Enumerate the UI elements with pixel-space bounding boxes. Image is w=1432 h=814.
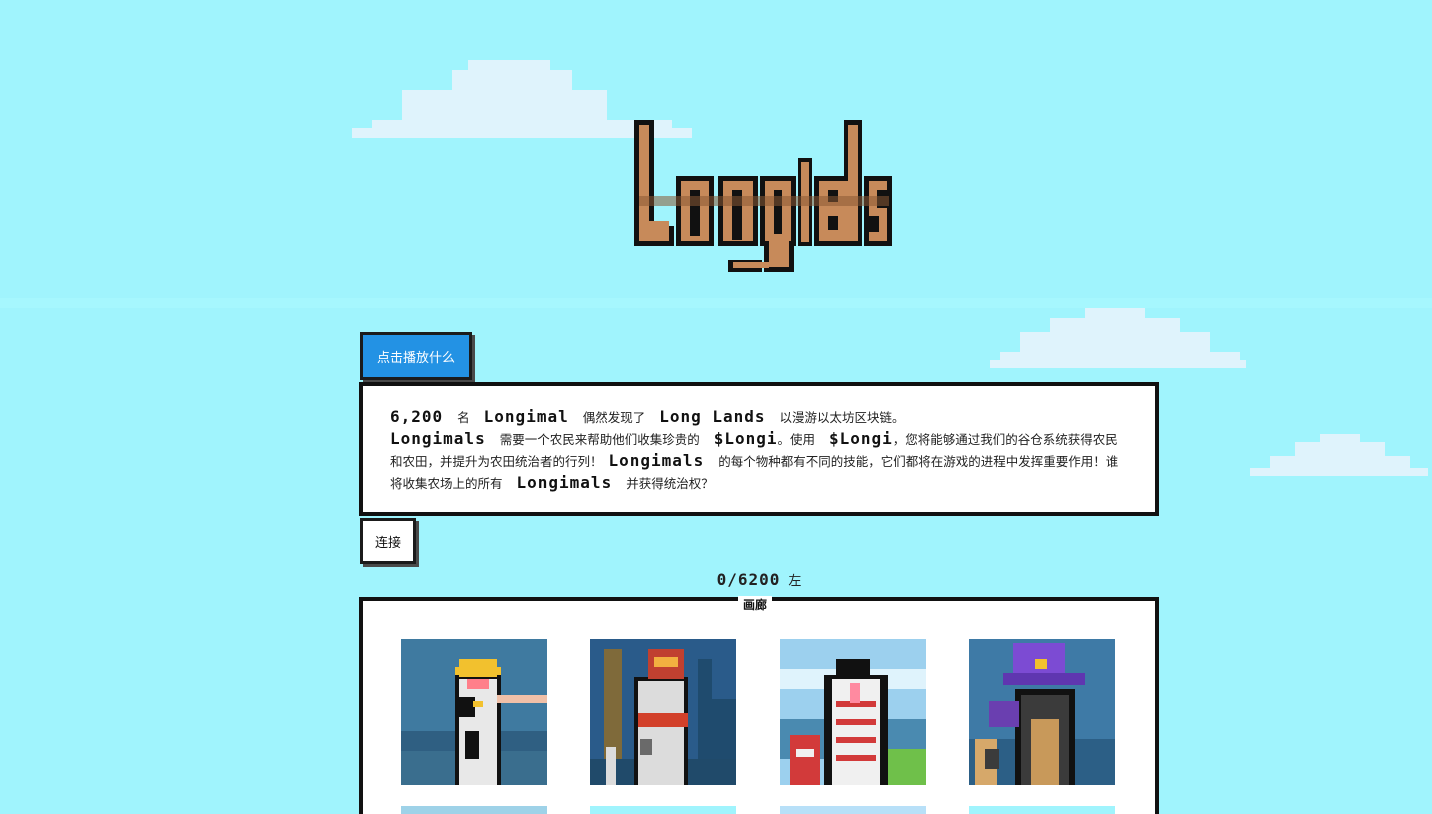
longimals-name: Longimals	[516, 473, 613, 492]
gallery-card-wizard[interactable]	[969, 639, 1115, 785]
longimals-name: Longimals	[608, 451, 705, 470]
gallery-title: 画廊	[738, 596, 773, 613]
connect-button-label: 连接	[374, 535, 401, 551]
play-button[interactable]: 点击播放什么	[360, 332, 472, 380]
story-text: 以漫游以太坊区块链。	[779, 410, 905, 425]
story-text: 偶然发现了	[582, 410, 646, 425]
story-text-box: 6,200 名 Longimal 偶然发现了 Long Lands 以漫游以太坊…	[359, 382, 1159, 516]
longimals-logo	[632, 118, 894, 274]
gallery-card-snake[interactable]	[780, 639, 926, 785]
mint-counter: 0/6200 左	[0, 570, 1432, 589]
gallery-card-row2-4[interactable]	[969, 806, 1115, 814]
cloud-small	[1250, 434, 1428, 484]
gallery-card-king[interactable]	[401, 639, 547, 785]
gallery-card-row2-1[interactable]	[401, 806, 547, 814]
story-text: 并获得统治权？	[626, 476, 714, 491]
longimals-name: Longimals	[390, 429, 486, 448]
connect-wallet-button[interactable]: 连接	[360, 518, 416, 564]
gallery-card-row2-3[interactable]	[780, 806, 926, 814]
supply-count: 6,200	[390, 407, 444, 426]
longi-token: $Longi	[828, 429, 893, 448]
longi-token: $Longi	[713, 429, 778, 448]
play-button-label: 点击播放什么	[376, 350, 455, 366]
longimal-name: Longimal	[483, 407, 569, 426]
long-lands-name: Long Lands	[659, 407, 766, 426]
cloud-right	[990, 308, 1246, 370]
horizon-band	[0, 298, 1432, 308]
mint-counter-suffix: 左	[788, 574, 802, 589]
page: 点击播放什么 6,200 名 Longimal 偶然发现了 Long Lands…	[0, 0, 1432, 814]
mint-counter-value: 0/6200	[716, 570, 781, 589]
story-text: 。使用	[777, 432, 815, 447]
story-text: 需要一个农民来帮助他们收集珍贵的	[499, 432, 700, 447]
story-text: 名	[457, 410, 470, 425]
gallery-card-row2-2[interactable]	[590, 806, 736, 814]
gallery-card-farmer[interactable]	[590, 639, 736, 785]
